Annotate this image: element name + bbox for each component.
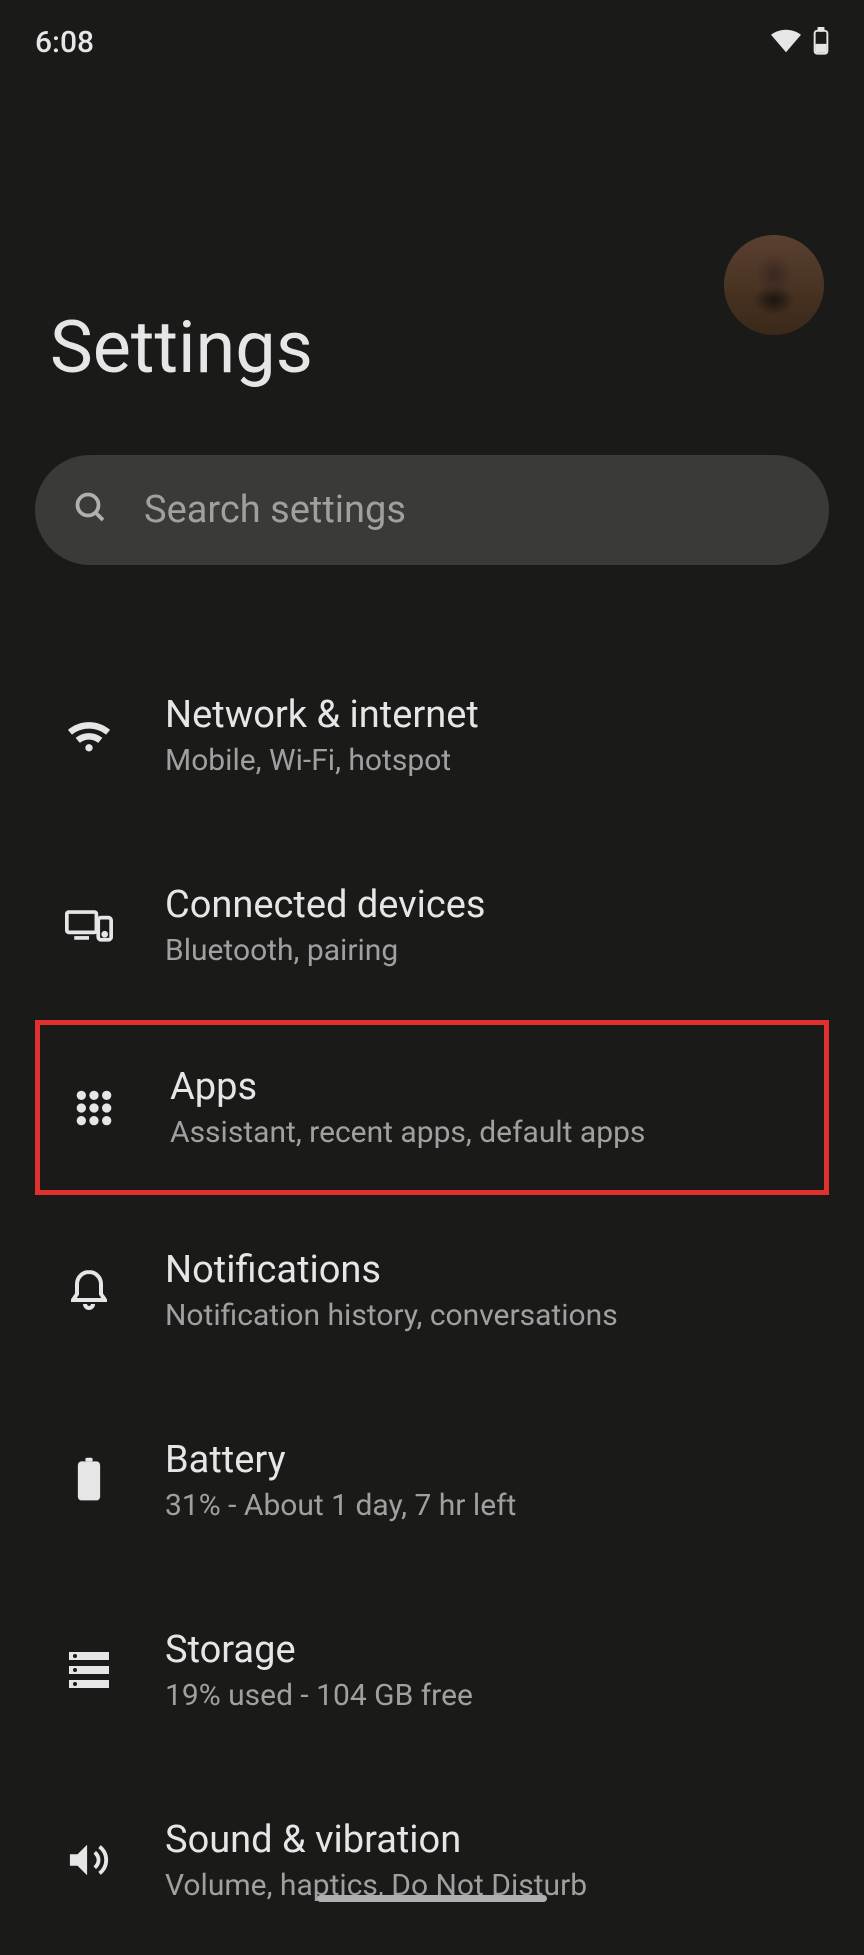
status-icons bbox=[771, 27, 829, 59]
header: Settings bbox=[0, 75, 864, 420]
settings-title: Sound & vibration bbox=[165, 1818, 587, 1862]
settings-subtitle: 31% - About 1 day, 7 hr left bbox=[165, 1488, 516, 1523]
search-bar[interactable]: Search settings bbox=[35, 455, 829, 565]
settings-subtitle: Assistant, recent apps, default apps bbox=[170, 1115, 645, 1150]
settings-list: Network & internet Mobile, Wi-Fi, hotspo… bbox=[0, 565, 864, 1955]
search-placeholder: Search settings bbox=[144, 488, 406, 532]
sound-icon bbox=[65, 1836, 113, 1884]
avatar[interactable] bbox=[724, 235, 824, 335]
page-title: Settings bbox=[50, 305, 814, 390]
battery-icon bbox=[813, 27, 829, 59]
settings-item-connected-devices[interactable]: Connected devices Bluetooth, pairing bbox=[0, 830, 864, 1020]
settings-title: Network & internet bbox=[165, 693, 479, 737]
battery-icon bbox=[65, 1456, 113, 1504]
settings-title: Storage bbox=[165, 1628, 473, 1672]
settings-subtitle: Notification history, conversations bbox=[165, 1298, 618, 1333]
settings-title: Apps bbox=[170, 1065, 645, 1109]
bell-icon bbox=[65, 1266, 113, 1314]
settings-subtitle: 19% used - 104 GB free bbox=[165, 1678, 473, 1713]
settings-item-storage[interactable]: Storage 19% used - 104 GB free bbox=[0, 1575, 864, 1765]
settings-title: Connected devices bbox=[165, 883, 486, 927]
status-bar: 6:08 bbox=[0, 0, 864, 75]
search-icon bbox=[73, 490, 109, 530]
status-time: 6:08 bbox=[35, 25, 94, 60]
settings-title: Notifications bbox=[165, 1248, 618, 1292]
wifi-icon bbox=[771, 29, 801, 57]
settings-title: Battery bbox=[165, 1438, 516, 1482]
settings-item-sound[interactable]: Sound & vibration Volume, haptics, Do No… bbox=[0, 1765, 864, 1955]
wifi-icon bbox=[65, 711, 113, 759]
storage-icon bbox=[65, 1646, 113, 1694]
settings-item-battery[interactable]: Battery 31% - About 1 day, 7 hr left bbox=[0, 1385, 864, 1575]
settings-item-network[interactable]: Network & internet Mobile, Wi-Fi, hotspo… bbox=[0, 640, 864, 830]
home-indicator[interactable] bbox=[317, 1895, 547, 1902]
settings-subtitle: Mobile, Wi-Fi, hotspot bbox=[165, 743, 479, 778]
settings-item-apps[interactable]: Apps Assistant, recent apps, default app… bbox=[35, 1020, 829, 1195]
settings-item-notifications[interactable]: Notifications Notification history, conv… bbox=[0, 1195, 864, 1385]
devices-icon bbox=[65, 901, 113, 949]
settings-subtitle: Bluetooth, pairing bbox=[165, 933, 486, 968]
apps-icon bbox=[70, 1084, 118, 1132]
